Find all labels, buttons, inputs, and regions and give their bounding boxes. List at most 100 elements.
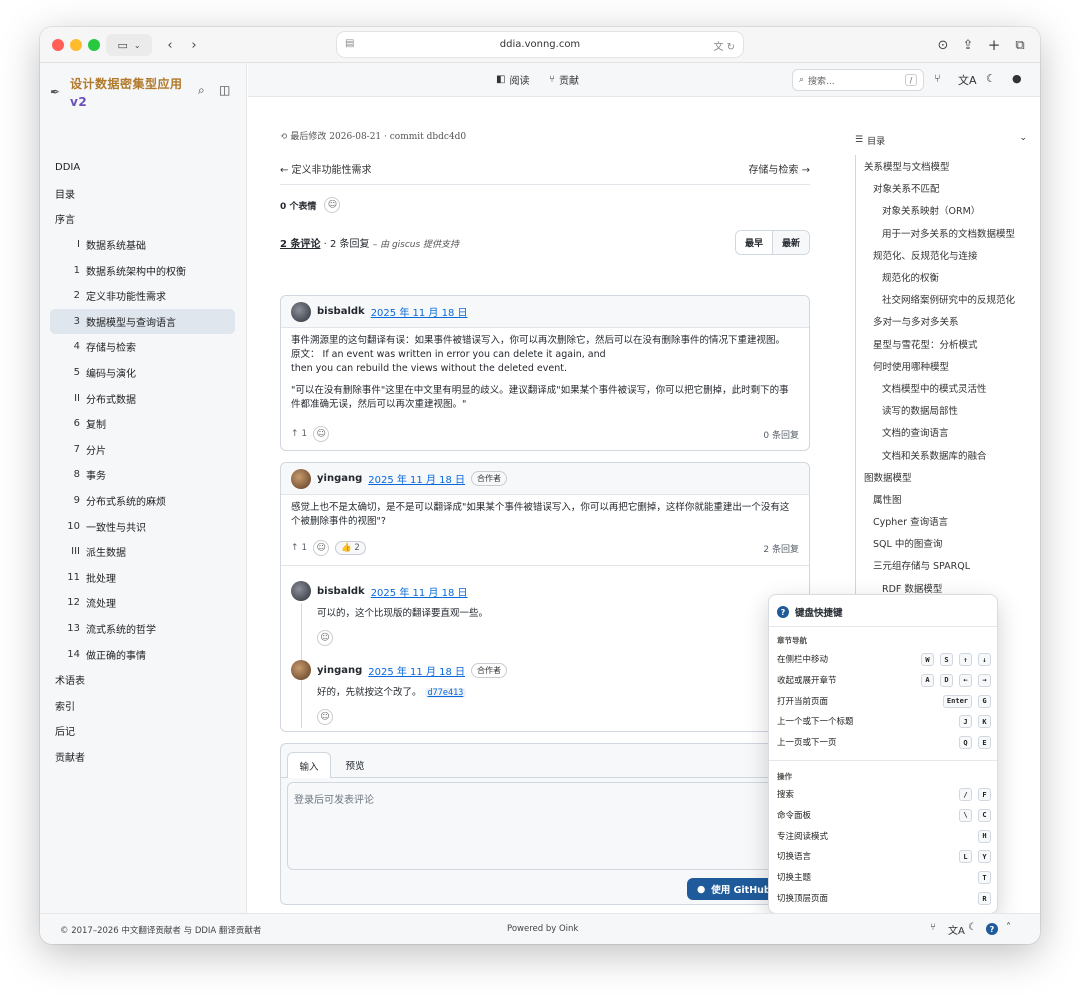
comment-date[interactable]: 2025 年 11 月 18 日: [371, 304, 468, 319]
sidebar-item[interactable]: 13 流式系统的哲学: [50, 616, 235, 642]
sidebar-item[interactable]: 14 做正确的事情: [50, 641, 235, 667]
sidebar-item[interactable]: 术语表: [50, 667, 235, 693]
reply-date[interactable]: 2025 年 11 月 18 日: [368, 663, 465, 678]
sidebar-item[interactable]: 6 复制: [50, 411, 235, 437]
new-tab-button[interactable]: +: [984, 34, 1004, 56]
giscus-credit[interactable]: – 由 giscus 提供支持: [373, 240, 459, 250]
toc-item[interactable]: 关系模型与文档模型: [856, 155, 1027, 177]
contribute-button[interactable]: ⑂ 贡献: [549, 72, 579, 87]
download-button[interactable]: ⊙: [933, 34, 953, 56]
minimize-window-button[interactable]: [70, 39, 82, 51]
sidebar-item[interactable]: 索引: [50, 692, 235, 718]
github-signin-button[interactable]: ● 使用 GitHub: [687, 878, 781, 900]
toc-header[interactable]: ☰ 目录 ⌄: [855, 133, 1035, 147]
add-reaction-icon[interactable]: ☺: [313, 426, 330, 442]
tab-overview-button[interactable]: ⧉: [1010, 34, 1030, 56]
sidebar-item[interactable]: 4 存储与检索: [50, 334, 235, 360]
toc-item[interactable]: 对象关系映射（ORM）: [856, 199, 1027, 221]
sidebar-item[interactable]: DDIA: [50, 155, 235, 181]
avatar[interactable]: [291, 301, 311, 322]
forward-button[interactable]: ›: [182, 34, 206, 56]
branch-icon[interactable]: ⑂: [930, 922, 936, 933]
toc-item[interactable]: 多对一与多对多关系: [856, 310, 1027, 332]
language-icon[interactable]: 文A: [958, 72, 977, 88]
toc-item[interactable]: 社交网络案例研究中的反规范化: [856, 288, 1027, 310]
thumbs-up-reaction[interactable]: 👍 2: [335, 541, 366, 555]
toc-item[interactable]: 星型与雪花型：分析模式: [856, 333, 1027, 355]
add-reaction-icon[interactable]: ☺: [317, 630, 333, 646]
sidebar-item[interactable]: 10 一致性与共识: [50, 513, 235, 539]
sidebar-item[interactable]: 1 数据系统架构中的权衡: [50, 257, 235, 283]
prev-page-link[interactable]: ← 定义非功能性需求: [280, 161, 372, 176]
toc-item[interactable]: SQL 中的图查询: [856, 532, 1027, 554]
sidebar-item[interactable]: 7 分片: [50, 437, 235, 463]
sidebar-item[interactable]: I 数据系统基础: [50, 232, 235, 258]
sidebar-item[interactable]: III 派生数据: [50, 539, 235, 565]
comment-author[interactable]: bisbaldk: [317, 306, 365, 317]
reply-author[interactable]: yingang: [317, 665, 362, 676]
toc-item[interactable]: 文档模型中的模式灵活性: [856, 377, 1027, 399]
sidebar-item[interactable]: 贡献者: [50, 744, 235, 770]
panel-toggle-icon[interactable]: ◫: [219, 83, 230, 97]
sort-oldest-button[interactable]: 最早: [735, 231, 773, 254]
sidebar-item[interactable]: 目录: [50, 181, 235, 207]
reply-author[interactable]: bisbaldk: [317, 586, 365, 597]
share-button[interactable]: ⇪: [958, 34, 978, 56]
address-bar[interactable]: ▤ ddia.vonng.com 文 ↻: [337, 32, 743, 57]
toc-item[interactable]: Cypher 查询语言: [856, 510, 1027, 532]
upvote-button[interactable]: ↑ 1: [291, 543, 307, 553]
branch-icon[interactable]: ⑂: [934, 72, 941, 85]
sidebar-item[interactable]: 序言: [50, 206, 235, 232]
avatar[interactable]: [291, 468, 311, 489]
avatar[interactable]: [291, 581, 311, 601]
tab-preview[interactable]: 预览: [333, 752, 377, 778]
toc-item[interactable]: 读写的数据局部性: [856, 399, 1027, 421]
github-icon[interactable]: ●: [1012, 72, 1022, 85]
sidebar-toggle-button[interactable]: ▭ ⌄: [106, 34, 152, 56]
toc-item[interactable]: 三元组存储与 SPARQL: [856, 554, 1027, 576]
toc-item[interactable]: 用于一对多关系的文档数据模型: [856, 222, 1027, 244]
sidebar-item[interactable]: II 分布式数据: [50, 385, 235, 411]
tab-write[interactable]: 输入: [287, 752, 331, 778]
comment-author[interactable]: yingang: [317, 473, 362, 484]
search-icon[interactable]: ⌕: [198, 83, 205, 98]
search-input[interactable]: ⌕ 搜索... /: [792, 69, 924, 91]
next-page-link[interactable]: 存储与检索 →: [748, 161, 810, 176]
toc-item[interactable]: 何时使用哪种模型: [856, 355, 1027, 377]
upvote-button[interactable]: ↑ 1: [291, 429, 307, 439]
language-icon[interactable]: 文A: [948, 922, 965, 937]
sort-newest-button[interactable]: 最新: [772, 231, 809, 254]
toc-item[interactable]: 属性图: [856, 488, 1027, 510]
toc-item[interactable]: 对象关系不匹配: [856, 177, 1027, 199]
add-reaction-icon[interactable]: ☺: [313, 540, 330, 556]
toc-item[interactable]: 文档的查询语言: [856, 421, 1027, 443]
commit-link[interactable]: d77e413: [424, 688, 467, 698]
comment-date[interactable]: 2025 年 11 月 18 日: [368, 471, 465, 486]
add-reaction-icon[interactable]: ☺: [324, 197, 341, 213]
site-title[interactable]: 设计数据密集型应用 v2: [70, 75, 190, 111]
zoom-window-button[interactable]: [88, 39, 100, 51]
page-settings-icon[interactable]: ▤: [345, 38, 354, 49]
sidebar-item[interactable]: 后记: [50, 718, 235, 744]
sidebar-item[interactable]: 12 流处理: [50, 590, 235, 616]
chevron-down-icon[interactable]: ⌄: [1019, 133, 1027, 143]
comments-count[interactable]: 2 条评论: [280, 239, 320, 250]
sidebar-item[interactable]: 8 事务: [50, 462, 235, 488]
toc-item[interactable]: 规范化、反规范化与连接: [856, 244, 1027, 266]
moon-icon[interactable]: ☾: [986, 72, 996, 85]
comment-textarea[interactable]: 登录后可发表评论: [287, 782, 804, 870]
add-reaction-icon[interactable]: ☺: [317, 709, 333, 725]
avatar[interactable]: [291, 660, 311, 680]
toc-item[interactable]: 规范化的权衡: [856, 266, 1027, 288]
help-icon[interactable]: ?: [986, 923, 998, 935]
sidebar-item[interactable]: 5 编码与演化: [50, 360, 235, 386]
reply-date[interactable]: 2025 年 11 月 18 日: [371, 584, 468, 599]
moon-icon[interactable]: ☾: [968, 922, 977, 933]
back-button[interactable]: ‹: [158, 34, 182, 56]
sidebar-item[interactable]: 2 定义非功能性需求: [50, 283, 235, 309]
toc-item[interactable]: 文档和关系数据库的融合: [856, 443, 1027, 465]
chevron-up-icon[interactable]: ˄: [1006, 922, 1011, 933]
close-window-button[interactable]: [52, 39, 64, 51]
sidebar-item[interactable]: 3 数据模型与查询语言: [50, 308, 235, 335]
toc-item[interactable]: 图数据模型: [856, 466, 1027, 488]
